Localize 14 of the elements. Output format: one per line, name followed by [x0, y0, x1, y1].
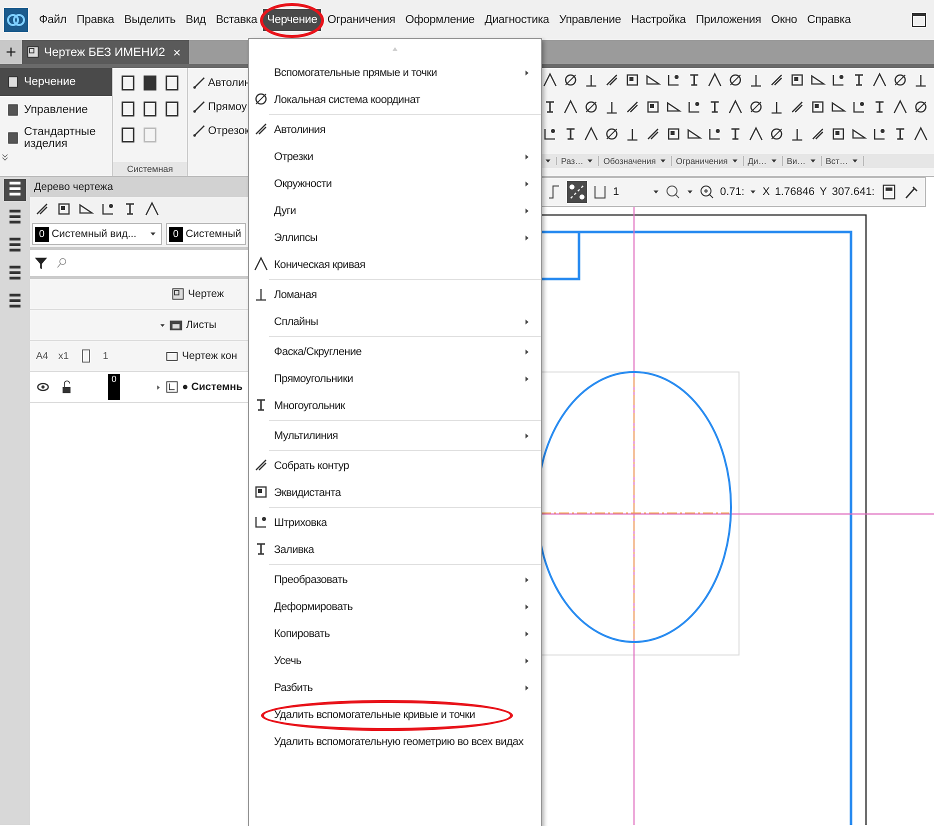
sheet-multiplier: x1: [58, 350, 69, 362]
sheet-number: 1: [102, 350, 108, 362]
toolbar-group-label: Ви…: [786, 156, 806, 166]
y-label: Y: [820, 186, 827, 198]
toolbar-group-label: Ограничения: [676, 156, 728, 166]
toolbar-group-label: Системная: [113, 162, 187, 176]
toolbar-group-label: Раз…: [561, 156, 584, 166]
sheet-format: A4: [36, 350, 48, 362]
toolbar-group-label: Вст…: [826, 156, 848, 166]
panel-title: Дерево чертежа: [30, 177, 248, 197]
toolbar-group-label: Ди…: [748, 156, 767, 166]
layer-number: 0: [108, 374, 120, 400]
x-label: X: [762, 186, 770, 198]
toolbar-group-label: Обозначения: [603, 156, 656, 166]
